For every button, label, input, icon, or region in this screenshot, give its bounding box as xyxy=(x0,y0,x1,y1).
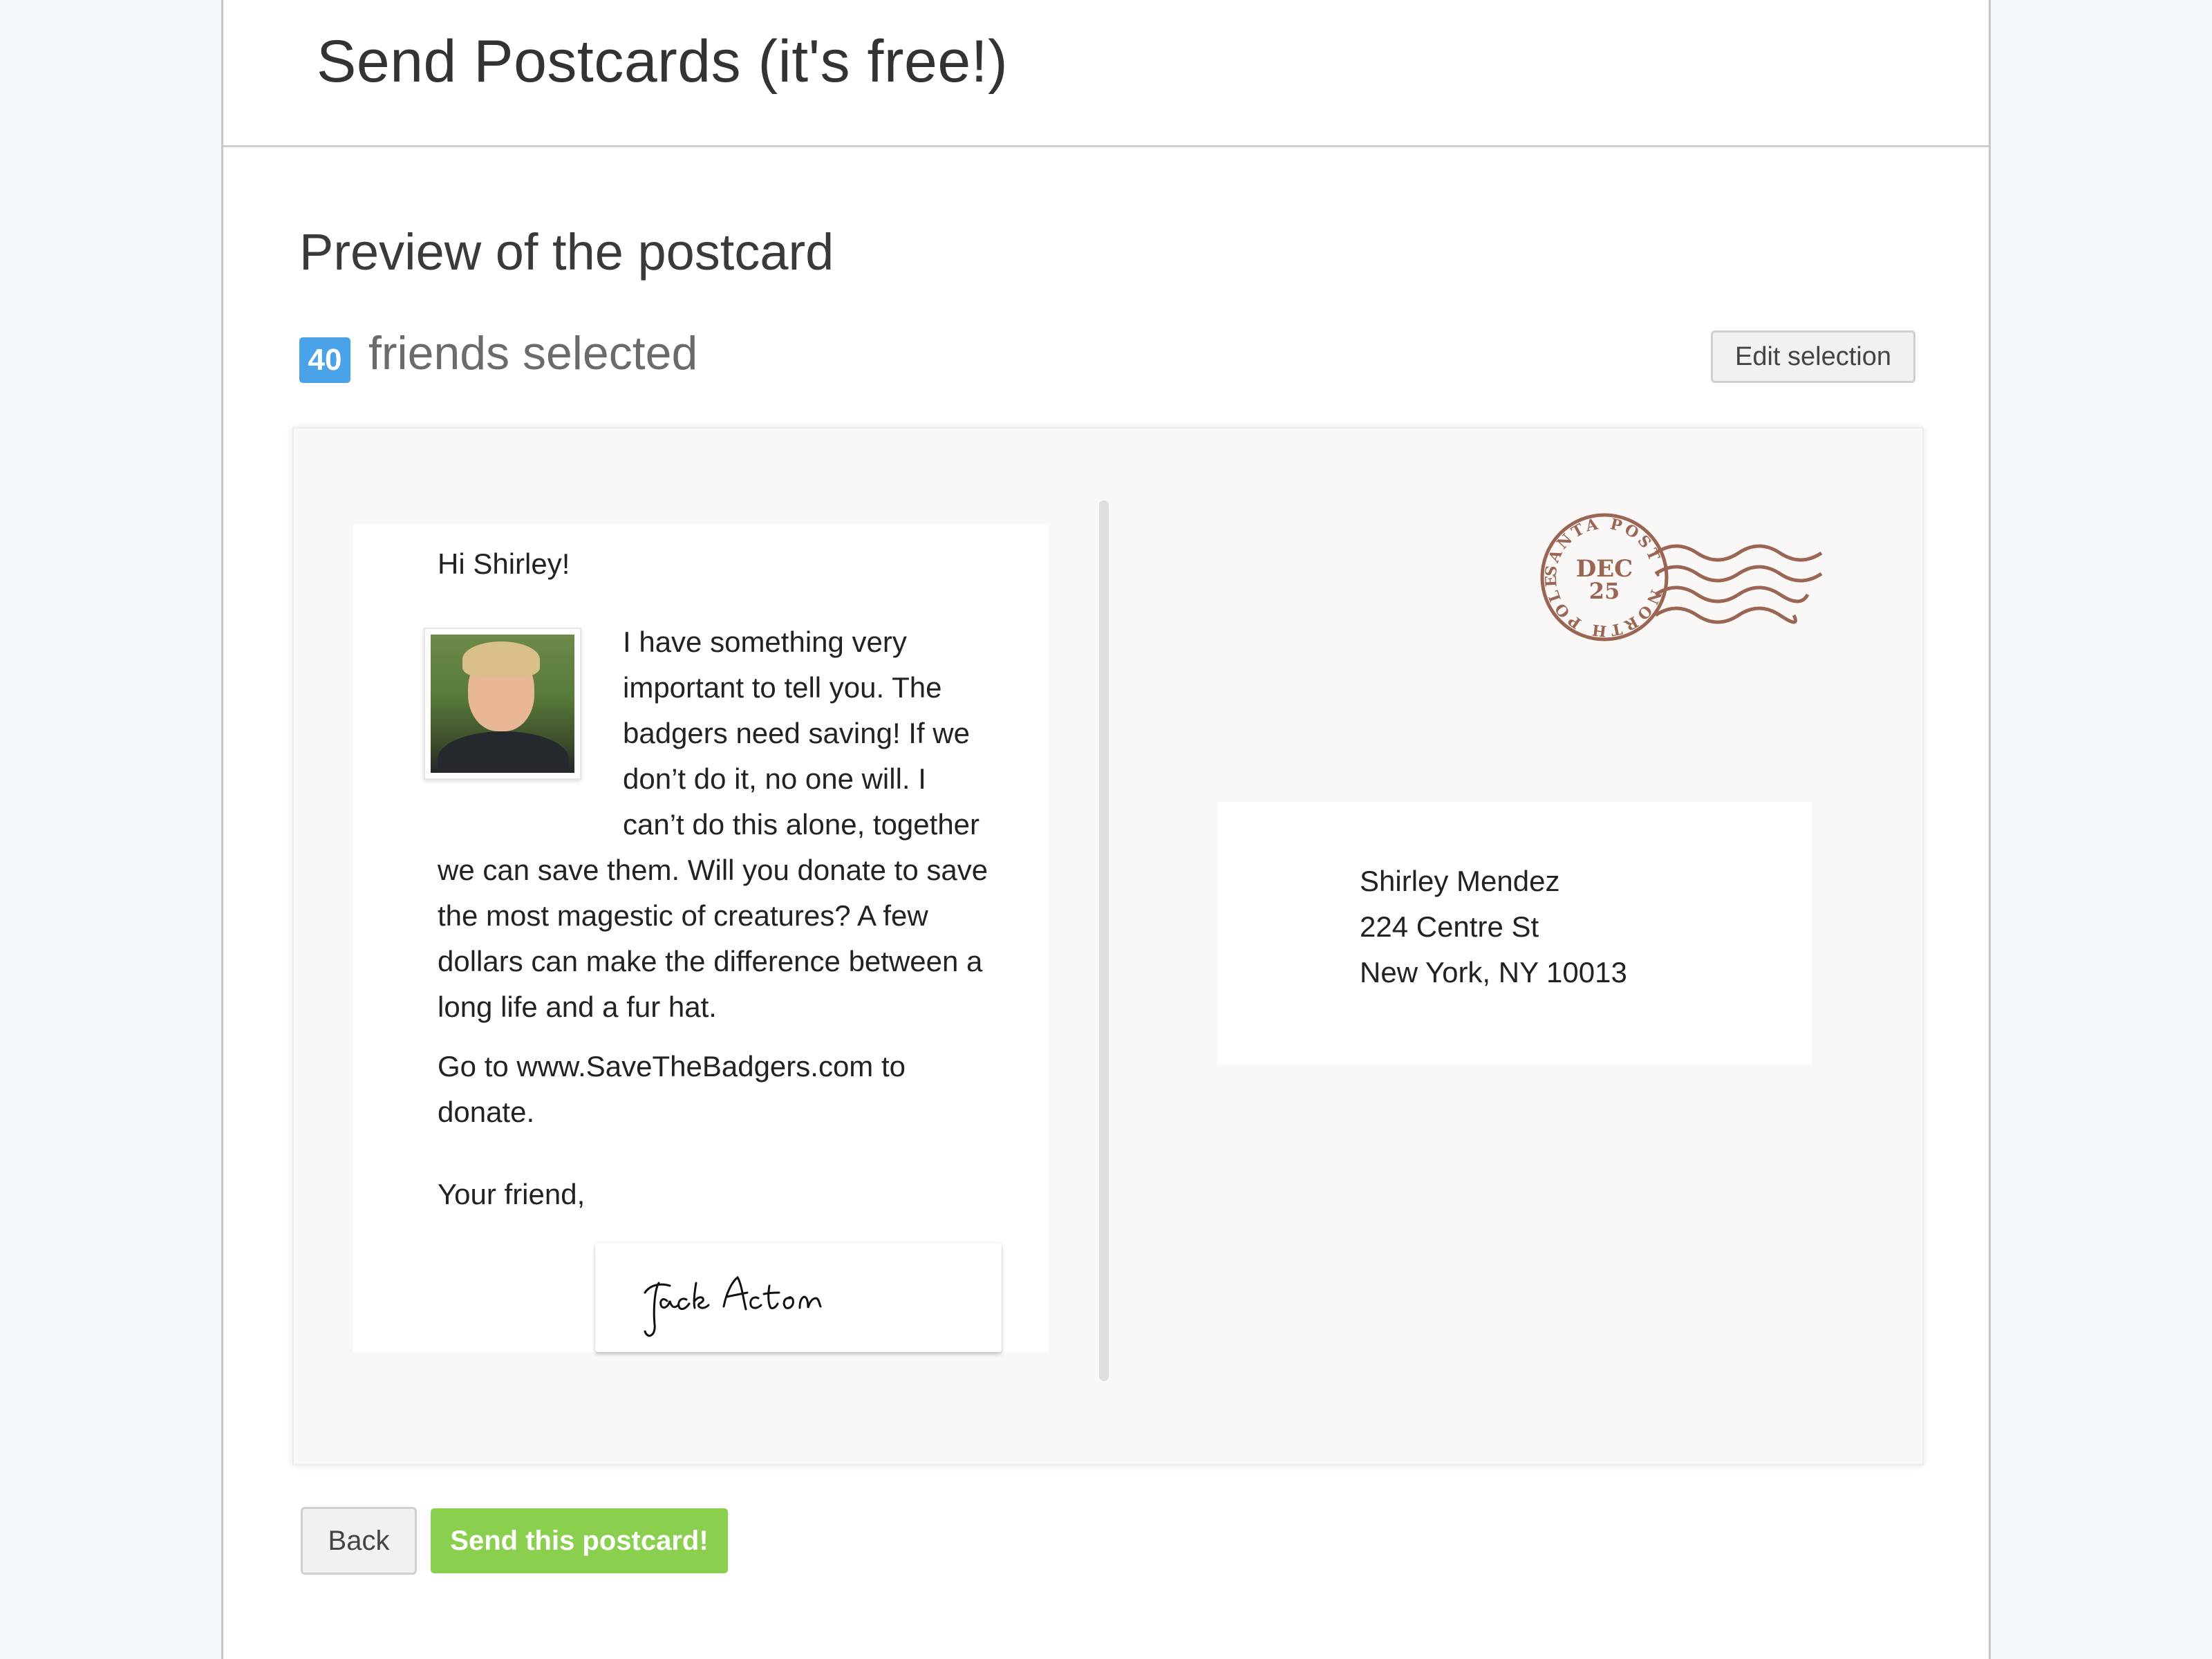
header-divider xyxy=(223,145,1989,147)
stamp-day: 25 xyxy=(1589,578,1620,604)
signature-card xyxy=(595,1243,1002,1352)
recipient-name: Shirley Mendez xyxy=(1360,865,1560,897)
postcard-message-side: Hi Shirley! I have something very import… xyxy=(353,524,1049,1352)
main-panel: Send Postcards (it's free!) Preview of t… xyxy=(221,0,1991,1659)
postcard-message: I have something very important to tell … xyxy=(438,619,991,1030)
send-postcard-button[interactable]: Send this postcard! xyxy=(431,1508,728,1573)
page-title: Send Postcards (it's free!) xyxy=(317,28,1009,95)
edit-selection-button[interactable]: Edit selection xyxy=(1711,330,1915,383)
friends-selected-label: friends selected xyxy=(368,327,698,379)
recipient-city: New York, NY 10013 xyxy=(1360,956,1627,988)
recipient-street: 224 Centre St xyxy=(1360,910,1539,943)
recipient-address: Shirley Mendez 224 Centre St New York, N… xyxy=(1217,802,1812,1065)
postcard-closing: Your friend, xyxy=(438,1178,585,1210)
postmark-stamp-icon: SANTA POST · NORTH POLE DEC 25 xyxy=(1540,513,1823,641)
back-button[interactable]: Back xyxy=(301,1507,417,1575)
postcard-call-to-action: Go to www.SaveTheBadgers.com to donate. xyxy=(438,1050,906,1128)
postcard-divider xyxy=(1099,500,1109,1381)
signature xyxy=(644,1275,822,1337)
preview-heading: Preview of the postcard xyxy=(299,223,834,281)
friends-count-badge: 40 xyxy=(299,337,350,383)
postcard-preview: Hi Shirley! I have something very import… xyxy=(292,427,1924,1465)
postcard-greeting: Hi Shirley! xyxy=(438,547,570,580)
